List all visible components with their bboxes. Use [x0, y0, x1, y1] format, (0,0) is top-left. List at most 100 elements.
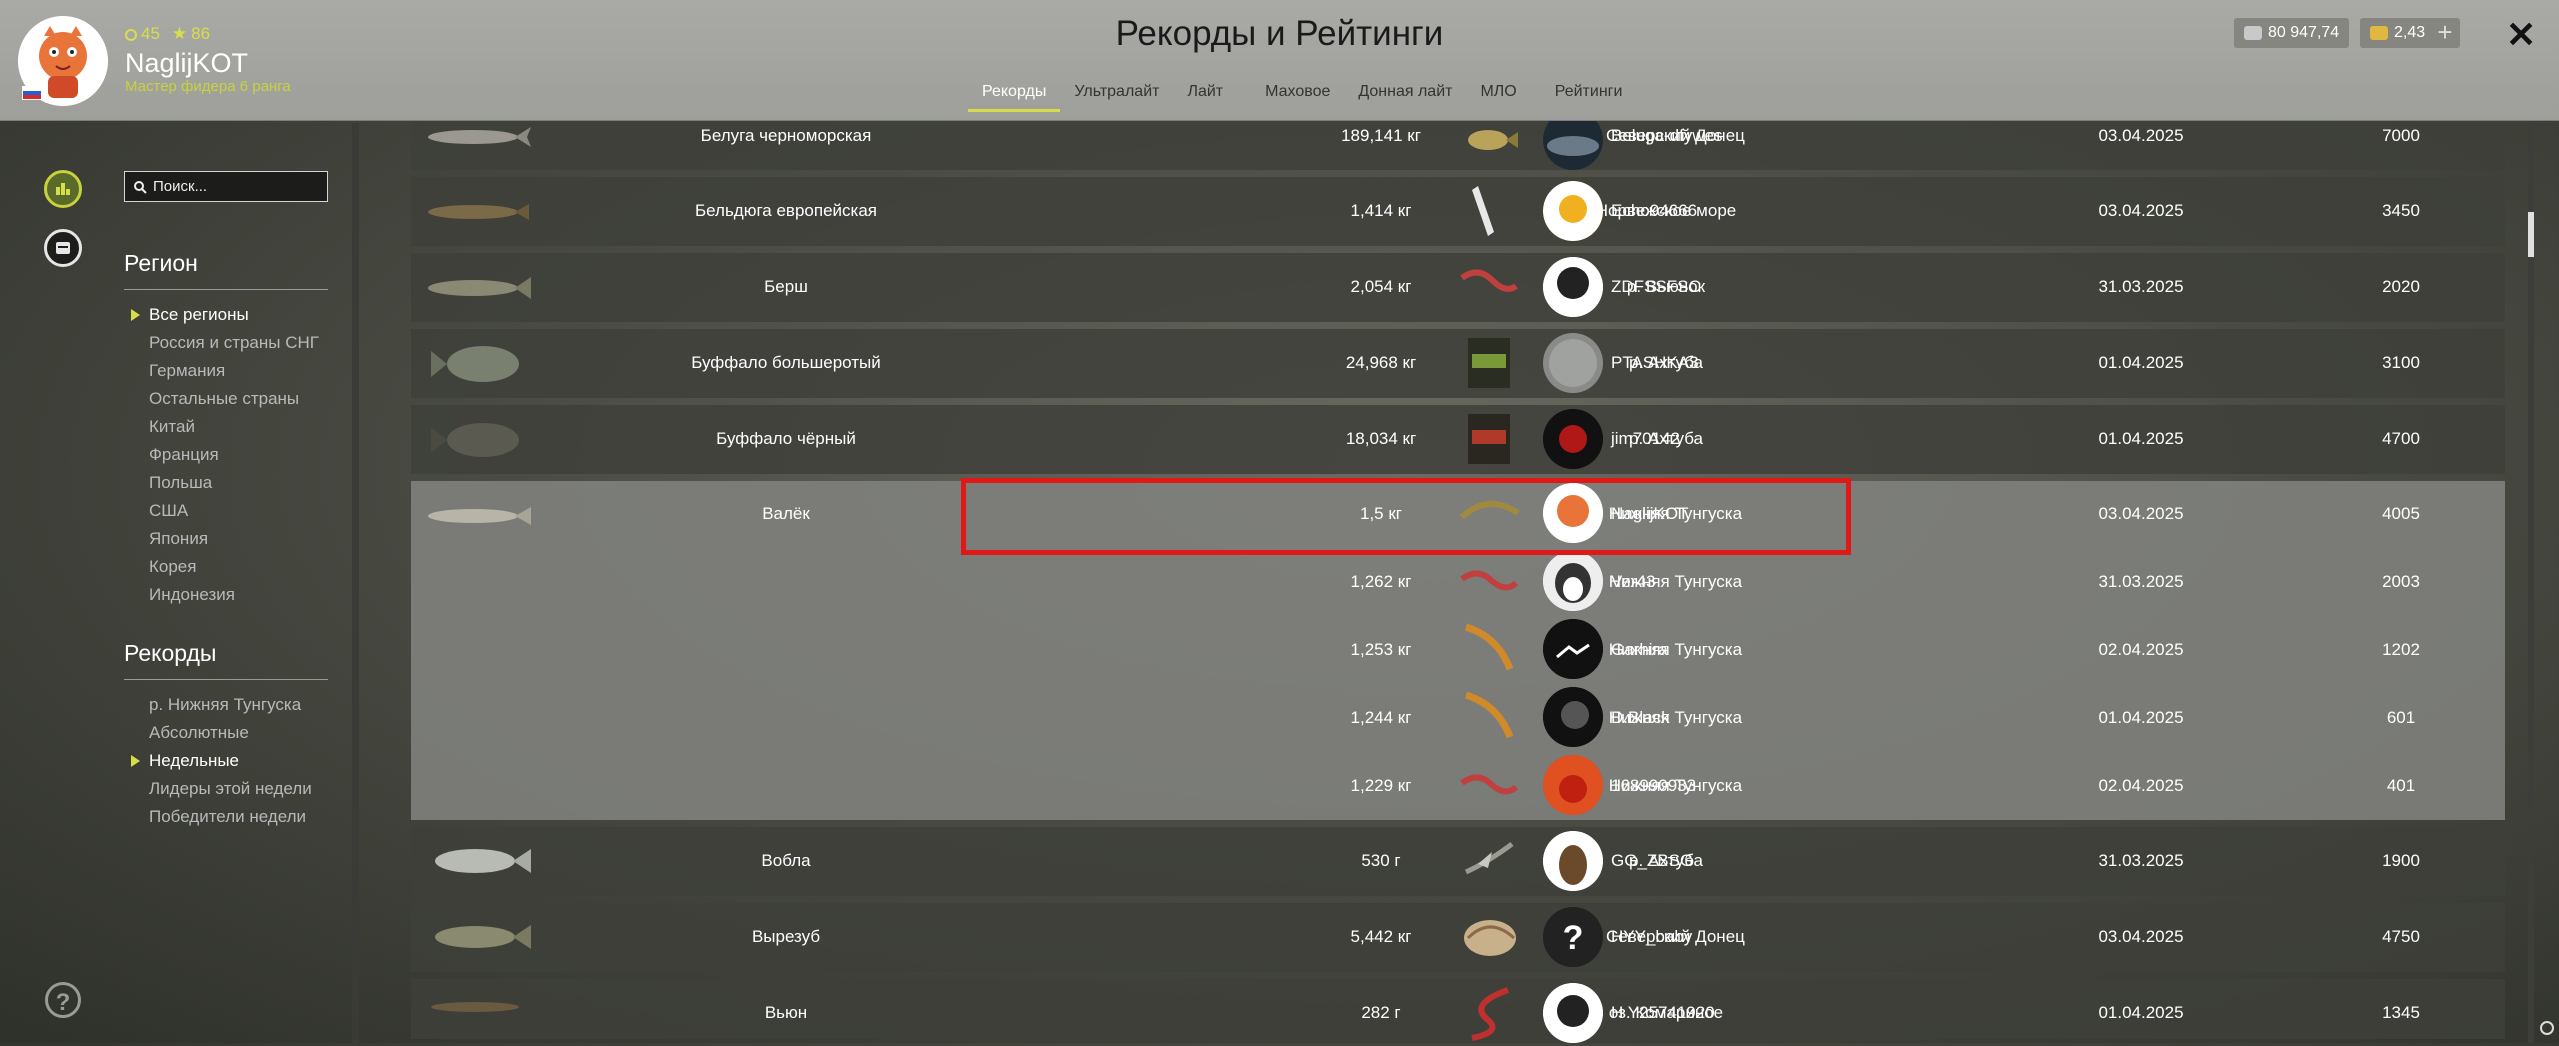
silver-value: 80 947,74: [2268, 24, 2340, 41]
table-row[interactable]: Белуга черноморская 189,141 кг р. Северс…: [411, 110, 2505, 170]
points: 2003: [2382, 572, 2420, 591]
divider: [124, 289, 328, 290]
points: 601: [2386, 708, 2416, 727]
user-name[interactable]: H Y25741920: [1611, 1003, 1715, 1023]
points: 1900: [2382, 851, 2420, 870]
region-item[interactable]: Россия и страны СНГ: [149, 329, 319, 357]
records-item[interactable]: Победители недели: [149, 803, 312, 831]
settings-icon[interactable]: [2540, 1021, 2554, 1035]
points: 3100: [2382, 353, 2420, 372]
bait-icon: [1464, 691, 1514, 739]
points: 1202: [2382, 640, 2420, 659]
help-icon[interactable]: ?: [45, 982, 81, 1018]
region-item[interactable]: Китай: [149, 413, 319, 441]
table-row[interactable]: Берш 2,054 кг р. Вьюнок ZDFSSFSC 31.03.2…: [411, 253, 2505, 322]
gold-value: 2,43: [2394, 24, 2426, 41]
catch-date: 01.04.2025: [2098, 429, 2184, 448]
catch-weight: 2,054 кг: [1350, 277, 1412, 296]
close-icon[interactable]: ✕: [2506, 14, 2536, 56]
catch-date: 01.04.2025: [2098, 1003, 2184, 1022]
table-row[interactable]: Вьюн 282 г оз. Комариное H Y25741920 01.…: [411, 979, 2505, 1043]
tab-mlo[interactable]: МЛО: [1466, 83, 1530, 112]
table-scrollbar[interactable]: [2528, 120, 2534, 1043]
tab-records[interactable]: Рекорды: [968, 83, 1061, 112]
fish-icon: [431, 1002, 519, 1012]
region-item[interactable]: США: [149, 497, 319, 525]
add-currency-button[interactable]: +: [2430, 18, 2460, 48]
region-item[interactable]: Корея: [149, 553, 319, 581]
catch-date: 03.04.2025: [2098, 927, 2184, 946]
points: 4005: [2382, 504, 2420, 523]
user-name[interactable]: PTASHKA3: [1611, 353, 1699, 373]
fish-icon: [428, 507, 531, 525]
user-avatar: [1543, 257, 1603, 317]
tab-bottom-light[interactable]: Донная лайт: [1344, 83, 1466, 112]
bait-icon: [1460, 774, 1519, 795]
highlight-box: [961, 478, 1851, 555]
region-item[interactable]: Япония: [149, 525, 319, 553]
search-input[interactable]: [151, 177, 325, 196]
region-item[interactable]: Индонезия: [149, 581, 319, 609]
header-bar: 45 ★ 86 NaglijKOT Мастер фидера 6 ранга Р…: [0, 0, 2559, 121]
region-item[interactable]: Остальные страны: [149, 385, 319, 413]
table-row[interactable]: Вобла 530 г р. Ахтуба GG_ZBSG 31.03.2025…: [411, 827, 2505, 896]
user-avatar: [1543, 181, 1603, 241]
records-item[interactable]: Лидеры этой недели: [149, 775, 312, 803]
region-item[interactable]: Польша: [149, 469, 319, 497]
region-item[interactable]: Все регионы: [131, 301, 319, 329]
table-row[interactable]: Бельдюга европейская 1,414 кг Норвежское…: [411, 177, 2505, 246]
user-name[interactable]: Ver43: [1611, 572, 1655, 592]
search-box[interactable]: [124, 171, 328, 202]
category-tabs: Рекорды Ультралайт Лайт Маховое Донная л…: [968, 83, 1636, 112]
bait-icon: [1464, 841, 1514, 875]
table-row[interactable]: Буффало большеротый 24,968 кг р. Ахтуба …: [411, 329, 2505, 398]
table-row[interactable]: Буффало чёрный 18,034 кг р. Ахтуба jim70…: [411, 405, 2505, 474]
records-item[interactable]: Недельные: [131, 747, 312, 775]
fish-icon: [431, 423, 519, 457]
user-avatar: [1543, 755, 1603, 815]
region-list: Все регионы Россия и страны СНГ Германия…: [131, 301, 319, 609]
user-name[interactable]: GG_ZBSG: [1611, 851, 1693, 871]
user-name[interactable]: Echo94666: [1611, 201, 1697, 221]
user-name[interactable]: jim70142: [1611, 429, 1680, 449]
user-name[interactable]: HYY_baby: [1611, 927, 1692, 947]
user-avatar: [1543, 409, 1603, 469]
table-row[interactable]: Вырезуб 5,442 кг р. Северский Донец ? HY…: [411, 903, 2505, 972]
records-item[interactable]: Абсолютные: [149, 719, 312, 747]
points: 7000: [2382, 126, 2420, 145]
page-title: Рекорды и Рейтинги: [1115, 14, 1444, 53]
bait-icon: [1464, 920, 1516, 956]
user-name[interactable]: ZDFSSFSC: [1611, 277, 1701, 297]
tab-float[interactable]: Маховое: [1251, 83, 1344, 112]
tab-light[interactable]: Лайт: [1173, 83, 1237, 112]
fish-name: Валёк: [762, 504, 810, 523]
user-avatar: [1543, 687, 1603, 747]
bait-icon: [1460, 269, 1518, 292]
catch-weight: 1,244 кг: [1350, 708, 1412, 727]
records-list: р. Нижняя Тунгуска Абсолютные Недельные …: [131, 691, 312, 831]
user-name[interactable]: Garhira: [1611, 640, 1668, 660]
user-name[interactable]: 168990933: [1611, 776, 1696, 796]
silver-coin-icon: [2244, 26, 2262, 40]
points: 1345: [2382, 1003, 2420, 1022]
user-name[interactable]: D.Black: [1611, 708, 1670, 728]
player-rank: Мастер фидера 6 ранга: [125, 78, 291, 95]
ranking-icon[interactable]: [44, 170, 82, 208]
records-item[interactable]: р. Нижняя Тунгуска: [149, 691, 312, 719]
tab-ratings[interactable]: Рейтинги: [1541, 83, 1637, 112]
bait-icon: [1464, 623, 1514, 671]
user-name[interactable]: Beluga-dfywes: [1611, 126, 1723, 146]
catch-weight: 1,414 кг: [1350, 201, 1412, 220]
bait-icon: [1472, 186, 1494, 236]
region-item[interactable]: Германия: [149, 357, 319, 385]
region-item[interactable]: Франция: [149, 441, 319, 469]
archive-icon[interactable]: [44, 229, 82, 267]
tab-ultralight[interactable]: Ультралайт: [1060, 83, 1173, 112]
catch-weight: 18,034 кг: [1345, 429, 1417, 448]
table-scrollbar-thumb[interactable]: [2528, 212, 2534, 257]
sidebar-scrollbar[interactable]: [352, 123, 359, 1043]
bait-icon: [1471, 987, 1510, 1041]
points: 3450: [2382, 201, 2420, 220]
catch-weight: 1,262 кг: [1350, 572, 1412, 591]
catch-date: 02.04.2025: [2098, 776, 2184, 795]
